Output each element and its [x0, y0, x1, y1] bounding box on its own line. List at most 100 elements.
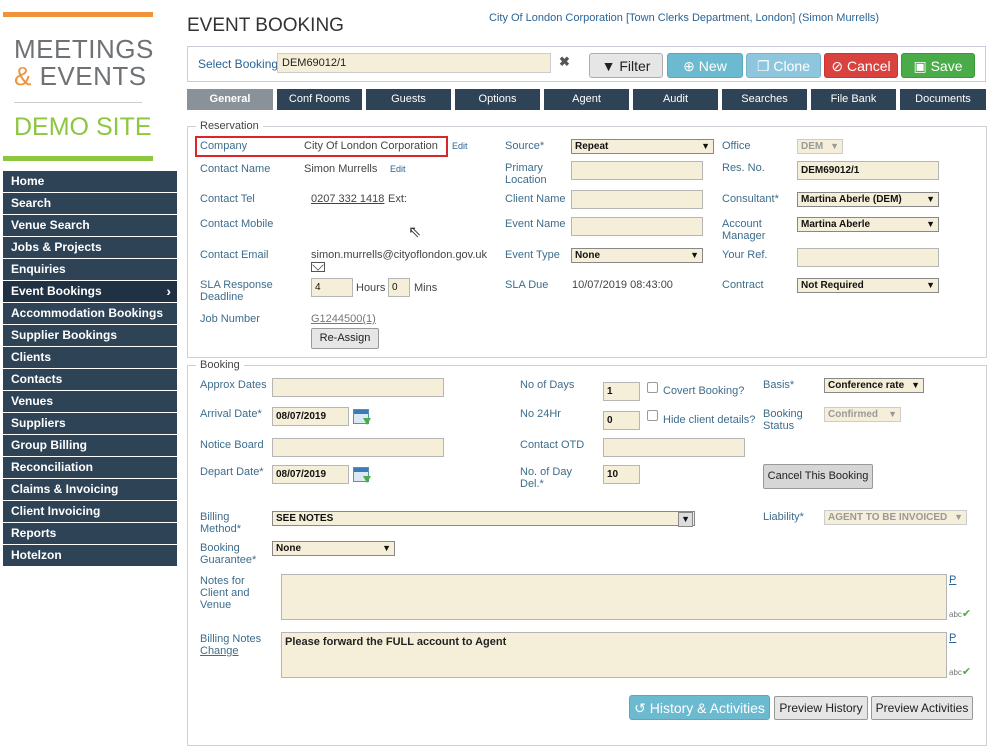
sidebar-item-suppliers[interactable]: Suppliers: [3, 413, 177, 434]
basis-value: Conference rate: [828, 380, 905, 391]
calendar-icon[interactable]: [353, 409, 369, 424]
depart-date-input[interactable]: 08/07/2019: [272, 465, 349, 484]
tab-agent[interactable]: Agent: [544, 89, 629, 110]
billing-notes-textarea[interactable]: Please forward the FULL account to Agent: [281, 632, 947, 678]
filter-button[interactable]: ▼ Filter: [589, 53, 663, 78]
company-edit-link[interactable]: Edit: [452, 141, 468, 151]
sidebar-item-venues[interactable]: Venues: [3, 391, 177, 412]
sidebar-item-enquiries[interactable]: Enquiries: [3, 259, 177, 280]
sla-mins-input[interactable]: 0: [388, 278, 410, 297]
notes-p-link[interactable]: P: [949, 574, 956, 586]
primary-location-input[interactable]: [571, 161, 703, 180]
billing-method-select[interactable]: SEE NOTES ▼: [272, 511, 695, 527]
sidebar-item-clients[interactable]: Clients: [3, 347, 177, 368]
booking-status-value: Confirmed: [828, 409, 878, 420]
sidebar-item-group-billing[interactable]: Group Billing: [3, 435, 177, 456]
job-number-value: G1244500: [311, 313, 363, 325]
tab-guests[interactable]: Guests: [366, 89, 451, 110]
contact-tel-value[interactable]: 0207 332 1418: [311, 193, 384, 205]
billing-notes-p-link[interactable]: P: [949, 632, 956, 644]
ext-label: Ext:: [388, 193, 407, 205]
logo-top-bar: [3, 12, 153, 17]
office-select[interactable]: DEM ▼: [797, 139, 843, 154]
booking-status-select[interactable]: Confirmed ▼: [824, 407, 901, 422]
contract-select[interactable]: Not Required ▼: [797, 278, 939, 293]
no-24hr-label: No 24Hr: [520, 408, 561, 420]
clear-icon[interactable]: ✖: [559, 54, 570, 70]
sidebar-item-supplier-bookings[interactable]: Supplier Bookings: [3, 325, 177, 346]
select-booking-input[interactable]: DEM69012/1: [277, 53, 551, 73]
cursor-arrow-icon: ⇖: [408, 224, 422, 241]
notice-board-input[interactable]: [272, 438, 444, 457]
sidebar-item-reports[interactable]: Reports: [3, 523, 177, 544]
tab-conf-rooms[interactable]: Conf Rooms: [277, 89, 362, 110]
office-label: Office: [722, 140, 751, 152]
sidebar-item-home[interactable]: Home: [3, 171, 177, 192]
tab-general[interactable]: General: [187, 89, 273, 110]
contact-edit-link[interactable]: Edit: [390, 164, 406, 174]
cancel-booking-button[interactable]: Cancel This Booking: [763, 464, 873, 489]
preview-activities-button[interactable]: Preview Activities: [871, 696, 973, 720]
new-button[interactable]: ⊕ New: [667, 53, 743, 78]
check-icon: ✔: [961, 666, 972, 678]
preview-history-button[interactable]: Preview History: [774, 696, 868, 720]
no-days-input[interactable]: 1: [603, 382, 640, 401]
job-number-link[interactable]: G1244500(1): [311, 313, 376, 325]
save-button[interactable]: ▣ Save: [901, 53, 975, 78]
sidebar-item-search[interactable]: Search: [3, 193, 177, 214]
tab-searches[interactable]: Searches: [722, 89, 807, 110]
hide-client-checkbox[interactable]: [647, 410, 658, 421]
sidebar-item-hotelzon[interactable]: Hotelzon: [3, 545, 177, 566]
covert-booking-checkbox[interactable]: [647, 382, 658, 393]
spellcheck-icon[interactable]: abc✔: [949, 665, 971, 678]
spellcheck-icon[interactable]: abc✔: [949, 607, 971, 620]
hours-label: Hours: [356, 282, 386, 294]
sidebar-item-jobs-projects[interactable]: Jobs & Projects: [3, 237, 177, 258]
user-info[interactable]: City Of London Corporation [Town Clerks …: [489, 12, 879, 24]
sidebar-item-claims-invoicing[interactable]: Claims & Invoicing: [3, 479, 177, 500]
tab-file-bank[interactable]: File Bank: [811, 89, 896, 110]
sidebar-item-reconciliation[interactable]: Reconciliation: [3, 457, 177, 478]
account-manager-select[interactable]: Martina Aberle ▼: [797, 217, 939, 232]
consultant-select[interactable]: Martina Aberle (DEM) ▼: [797, 192, 939, 207]
source-select[interactable]: Repeat ▼: [571, 139, 714, 154]
booking-legend: Booking: [196, 359, 244, 371]
event-type-select[interactable]: None ▼: [571, 248, 703, 263]
client-name-input[interactable]: [571, 190, 703, 209]
your-ref-input[interactable]: [797, 248, 939, 267]
reassign-button[interactable]: Re-Assign: [311, 328, 379, 349]
sidebar-item-client-invoicing[interactable]: Client Invoicing: [3, 501, 177, 522]
approx-dates-input[interactable]: [272, 378, 444, 397]
guarantee-label-2: Guarantee*: [200, 554, 257, 566]
tab-audit[interactable]: Audit: [633, 89, 718, 110]
sidebar-item-accommodation-bookings[interactable]: Accommodation Bookings: [3, 303, 177, 324]
event-name-input[interactable]: [571, 217, 703, 236]
billing-notes-change-link[interactable]: Change: [200, 645, 239, 657]
contact-email-value[interactable]: simon.murrells@cityoflondon.gov.uk: [311, 249, 487, 261]
sidebar-item-contacts[interactable]: Contacts: [3, 369, 177, 390]
filter-label: Filter: [619, 58, 651, 74]
no-24hr-input[interactable]: 0: [603, 411, 640, 430]
history-activities-button[interactable]: ↺ History & Activities: [629, 695, 770, 720]
day-del-input[interactable]: 10: [603, 465, 640, 484]
res-no-input[interactable]: DEM69012/1: [797, 161, 939, 180]
sidebar-item-event-bookings[interactable]: Event Bookings ›: [3, 281, 177, 302]
select-booking-label: Select Booking: [198, 57, 279, 71]
tab-documents[interactable]: Documents: [900, 89, 986, 110]
liability-select[interactable]: AGENT TO BE INVOICED ▼: [824, 510, 967, 525]
tab-options[interactable]: Options: [455, 89, 540, 110]
cancel-button[interactable]: ⊘ Cancel: [824, 53, 898, 78]
contact-otd-label: Contact OTD: [520, 439, 585, 451]
mail-icon[interactable]: [311, 262, 325, 272]
basis-select[interactable]: Conference rate ▼: [824, 378, 924, 393]
contact-otd-input[interactable]: [603, 438, 745, 457]
sidebar-item-venue-search[interactable]: Venue Search: [3, 215, 177, 236]
sla-hours-input[interactable]: 4: [311, 278, 353, 297]
logo-divider: [14, 102, 142, 103]
notes-textarea[interactable]: [281, 574, 947, 620]
calendar-icon[interactable]: [353, 467, 369, 482]
sidebar-item-label: Contacts: [11, 372, 63, 386]
guarantee-select[interactable]: None ▼: [272, 541, 395, 556]
arrival-date-input[interactable]: 08/07/2019: [272, 407, 349, 426]
clone-button[interactable]: ❐ Clone: [746, 53, 821, 78]
